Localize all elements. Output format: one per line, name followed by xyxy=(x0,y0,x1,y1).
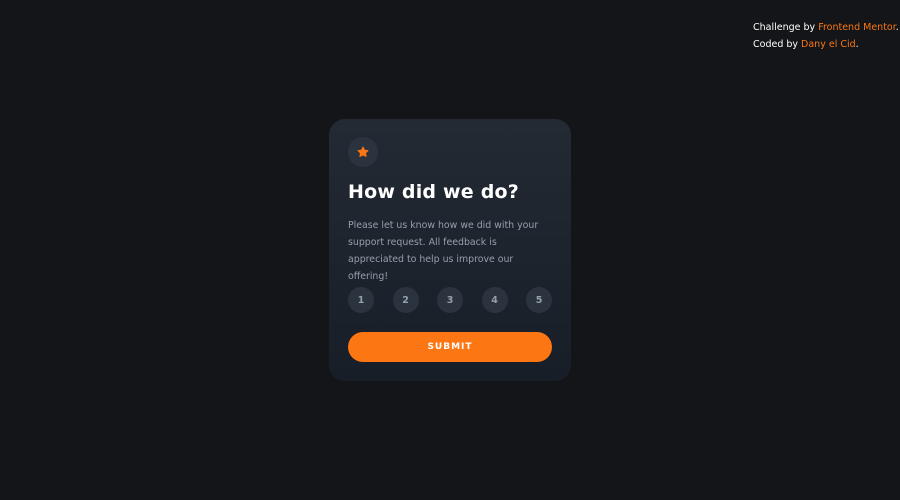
rating-options: 1 2 3 4 5 xyxy=(348,287,552,313)
rating-button-4[interactable]: 4 xyxy=(481,287,508,313)
attribution-coded-suffix: . xyxy=(855,39,859,50)
rating-card: How did we do? Please let us know how we… xyxy=(329,119,571,381)
card-title: How did we do? xyxy=(348,181,519,203)
rating-button-2[interactable]: 2 xyxy=(392,287,419,313)
attribution-challenge-suffix: . xyxy=(895,22,899,33)
rating-button-5[interactable]: 5 xyxy=(526,287,552,313)
attribution-challenge-prefix: Challenge by xyxy=(753,22,819,33)
card-description: Please let us know how we did with your … xyxy=(348,220,539,282)
attribution-coded-line: Coded by Dany el Cid. xyxy=(753,36,899,53)
attribution-challenge-line: Challenge by Frontend Mentor. xyxy=(753,19,899,36)
submit-button[interactable]: SUBMIT xyxy=(348,332,552,362)
frontend-mentor-link[interactable]: Frontend Mentor xyxy=(818,22,896,33)
rating-button-1[interactable]: 1 xyxy=(348,287,374,313)
rating-button-3[interactable]: 3 xyxy=(437,287,463,313)
author-link[interactable]: Dany el Cid xyxy=(801,39,856,50)
star-icon xyxy=(357,146,369,157)
star-badge xyxy=(348,137,378,167)
attribution: Challenge by Frontend Mentor. Coded by D… xyxy=(753,19,899,53)
attribution-coded-prefix: Coded by xyxy=(753,39,802,50)
